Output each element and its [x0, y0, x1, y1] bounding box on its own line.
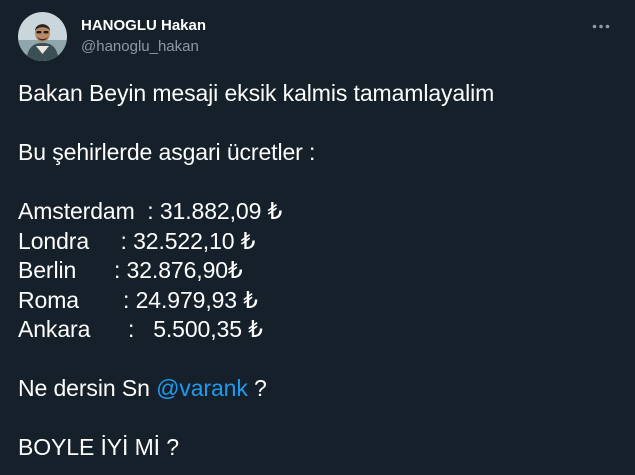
tweet-line-intro: Bakan Beyin mesaji eksik kalmis tamamlay…	[18, 80, 495, 106]
wage-row-roma: Roma : 24.979,93 ₺	[18, 286, 617, 316]
tweet-line-closing: BOYLE İYİ Mİ ?	[18, 434, 179, 460]
question-suffix: ?	[247, 375, 267, 401]
city-name: Ankara	[18, 316, 91, 342]
separator: :	[76, 257, 127, 283]
more-dots-icon	[592, 24, 610, 28]
more-options-button[interactable]	[589, 14, 613, 38]
city-name: Berlin	[18, 257, 77, 283]
user-handle[interactable]: @hanoglu_hakan	[81, 38, 199, 55]
tweet-line-question: Ne dersin Sn @varank ?	[18, 374, 617, 404]
city-name: Amsterdam	[18, 198, 135, 224]
wage-row-amsterdam: Amsterdam : 31.882,09 ₺	[18, 197, 617, 227]
question-prefix: Ne dersin Sn	[18, 375, 157, 401]
wage-amount: 32.522,10 ₺	[133, 227, 256, 254]
tweet-text: Bakan Beyin mesaji eksik kalmis tamamlay…	[18, 79, 617, 463]
separator: :	[78, 286, 136, 313]
city-name: Roma	[18, 286, 79, 313]
mention-link[interactable]: @varank	[156, 375, 248, 401]
wage-amount: 24.979,93 ₺	[135, 286, 258, 313]
wage-row-londra: Londra : 32.522,10 ₺	[18, 227, 617, 257]
profile-photo-icon	[18, 12, 67, 61]
display-name[interactable]: HANOGLU Hakan	[81, 17, 206, 34]
city-name: Londra	[18, 227, 90, 254]
separator: :	[90, 316, 154, 342]
separator: :	[134, 198, 160, 224]
tweet-card: HANOGLU Hakan @hanoglu_hakan Bakan Beyin…	[0, 0, 635, 475]
tweet-line-heading: Bu şehirlerde asgari ücretler :	[18, 139, 316, 165]
wage-amount: 31.882,09 ₺	[159, 198, 283, 224]
avatar[interactable]	[18, 12, 67, 61]
wage-row-ankara: Ankara : 5.500,35 ₺	[18, 315, 617, 345]
wage-row-berlin: Berlin : 32.876,90₺	[18, 256, 617, 286]
wage-amount: 32.876,90₺	[126, 257, 243, 283]
wage-amount: 5.500,35 ₺	[153, 316, 263, 342]
separator: :	[89, 227, 134, 254]
